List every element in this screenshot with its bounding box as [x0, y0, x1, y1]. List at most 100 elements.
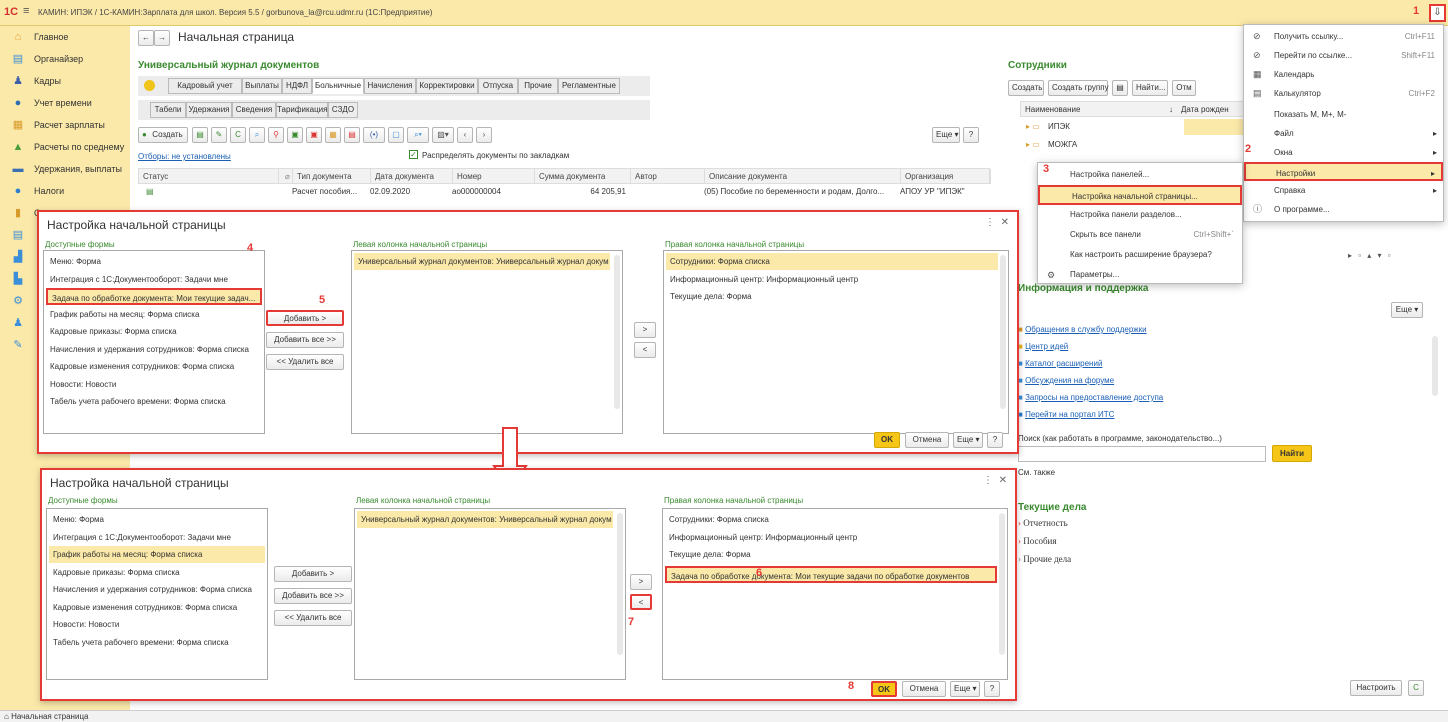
- attach-icon[interactable]: ▢: [388, 127, 404, 143]
- move-right-button[interactable]: >: [634, 322, 656, 338]
- info-link-item[interactable]: ■ Центр идей: [1018, 341, 1068, 355]
- employees-list-icon[interactable]: ▤: [1112, 80, 1128, 96]
- main-menu-button[interactable]: ⇩: [1429, 4, 1446, 22]
- add-all-button[interactable]: Добавить все >>: [266, 332, 344, 348]
- copy-icon[interactable]: ▤: [192, 127, 208, 143]
- left-column-list[interactable]: Универсальный журнал документов: Универс…: [354, 508, 626, 680]
- dialog-more-button[interactable]: Еще ▾: [953, 432, 983, 448]
- journal-tab[interactable]: Больничные: [312, 78, 364, 94]
- column-header[interactable]: Сумма документа: [535, 169, 631, 184]
- column-header[interactable]: Тип документа: [293, 169, 371, 184]
- info-more-button[interactable]: Еще ▾: [1391, 302, 1423, 318]
- filter-link[interactable]: Отборы: не установлены: [138, 152, 231, 161]
- current-item[interactable]: › Пособия: [1018, 536, 1057, 546]
- dialog-menu-icon[interactable]: ⋮: [985, 217, 995, 228]
- list-item[interactable]: Сотрудники: Форма списка: [666, 253, 998, 270]
- column-header[interactable]: Дата документа: [371, 169, 453, 184]
- hamburger-icon[interactable]: ≡: [23, 5, 29, 17]
- info-link[interactable]: Запросы на предоставление доступа: [1025, 393, 1163, 402]
- list-item[interactable]: Табель учета рабочего времени: Форма спи…: [49, 634, 265, 651]
- list-item[interactable]: Информационный центр: Информационный цен…: [665, 529, 997, 546]
- list-item[interactable]: Сотрудники: Форма списка: [665, 511, 997, 528]
- journal-tab[interactable]: Корректировки: [416, 78, 478, 94]
- configure-button[interactable]: Настроить: [1350, 680, 1402, 696]
- journal-tab[interactable]: НДФЛ: [282, 78, 312, 94]
- journal-tab[interactable]: Регламентные: [558, 78, 620, 94]
- dialog-more-button[interactable]: Еще ▾: [950, 681, 980, 697]
- column-header[interactable]: Описание документа: [705, 169, 901, 184]
- journal-tab[interactable]: Выплаты: [242, 78, 282, 94]
- list-item[interactable]: Задача по обработке документа: Мои текущ…: [665, 565, 997, 583]
- menu-item[interactable]: Файл ▸: [1244, 124, 1443, 143]
- remove-all-button[interactable]: << Удалить все: [266, 354, 344, 370]
- left-list-scrollbar[interactable]: [617, 513, 623, 655]
- journal-subtab[interactable]: Сведения: [232, 102, 276, 118]
- list-item[interactable]: Кадровые изменения сотрудников: Форма сп…: [46, 358, 262, 375]
- list-item[interactable]: Интеграция с 1С:Документооборот: Задачи …: [46, 271, 262, 288]
- info-link[interactable]: Центр идей: [1025, 342, 1068, 351]
- list-item[interactable]: Кадровые приказы: Форма списка: [49, 564, 265, 581]
- right-column-list[interactable]: Сотрудники: Форма списка Информационный ц…: [662, 508, 1008, 680]
- add-all-button[interactable]: Добавить все >>: [274, 588, 352, 604]
- find-by-field-icon[interactable]: ⚲: [268, 127, 284, 143]
- journal-subtab[interactable]: Удержания: [186, 102, 232, 118]
- cancel-button[interactable]: Отмена: [902, 681, 946, 697]
- find-icon[interactable]: ⌕: [249, 127, 265, 143]
- list-item[interactable]: Начисления и удержания сотрудников: Форм…: [46, 341, 262, 358]
- right-list-scrollbar[interactable]: [1000, 255, 1006, 409]
- table-row[interactable]: ▤ Расчет пособия... 02.09.2020 ао0000000…: [138, 184, 990, 200]
- list-item[interactable]: Меню: Форма: [49, 511, 265, 528]
- post-icon[interactable]: ▣: [287, 127, 303, 143]
- remove-all-button[interactable]: << Удалить все: [274, 610, 352, 626]
- open-window-tab[interactable]: ⌂ Начальная страница: [4, 712, 88, 721]
- info-link[interactable]: Каталог расширений: [1025, 359, 1102, 368]
- list-item[interactable]: Задача по обработке документа: Мои текущ…: [46, 288, 262, 305]
- distribute-checkbox[interactable]: ✓: [409, 150, 418, 159]
- list-item[interactable]: Табель учета рабочего времени: Форма спи…: [46, 393, 262, 410]
- sidebar-item-5[interactable]: ▲ Расчеты по среднему: [0, 136, 130, 158]
- list-item[interactable]: Текущие дела: Форма: [665, 546, 997, 563]
- sidebar-item-0[interactable]: ⌂ Главное: [0, 26, 130, 48]
- refresh-icon[interactable]: C: [1408, 680, 1424, 696]
- menu-item[interactable]: Настройки ▸: [1244, 162, 1443, 181]
- menu-item[interactable]: Справка ▸: [1244, 181, 1443, 200]
- menu-item[interactable]: ▦ Календарь: [1244, 65, 1443, 84]
- ok-button[interactable]: OK: [871, 681, 897, 697]
- submenu-item[interactable]: Настройка панели разделов...: [1038, 205, 1242, 225]
- left-column-list[interactable]: Универсальный журнал документов: Универс…: [351, 250, 623, 434]
- info-link-item[interactable]: ■ Каталог расширений: [1018, 358, 1102, 372]
- journal-tab[interactable]: Прочие: [518, 78, 558, 94]
- menu-item[interactable]: Окна ▸: [1244, 143, 1443, 162]
- menu-item[interactable]: ⓘ О программе...: [1244, 200, 1443, 219]
- list-item[interactable]: Текущие дела: Форма: [666, 288, 998, 305]
- list-item[interactable]: Начисления и удержания сотрудников: Форм…: [49, 581, 265, 598]
- menu-item[interactable]: ⊘ Получить ссылку... Ctrl+F11: [1244, 27, 1443, 46]
- forward-button[interactable]: →: [154, 30, 170, 46]
- available-forms-list[interactable]: Меню: Форма Интеграция с 1С:Документообор…: [43, 250, 265, 434]
- right-list-scrollbar[interactable]: [999, 513, 1005, 655]
- left-list-scrollbar[interactable]: [614, 255, 620, 409]
- info-link-item[interactable]: ■ Обсуждения на форуме: [1018, 375, 1114, 389]
- list-item[interactable]: Информационный центр: Информационный цен…: [666, 271, 998, 288]
- column-header[interactable]: Номер: [453, 169, 535, 184]
- add-button[interactable]: Добавить >: [274, 566, 352, 582]
- menu-item[interactable]: Показать М, М+, М-: [1244, 105, 1443, 124]
- info-link-item[interactable]: ■ Перейти на портал ИТС: [1018, 409, 1114, 423]
- sidebar-item-1[interactable]: ▤ Органайзер: [0, 48, 130, 70]
- close-icon[interactable]: ✕: [1001, 217, 1009, 228]
- list-item[interactable]: ▸ ▭ МОЖГА: [1020, 137, 1184, 153]
- sidebar-item-2[interactable]: ♟ Кадры: [0, 70, 130, 92]
- dialog-help-button[interactable]: ?: [987, 432, 1003, 448]
- info-link[interactable]: Обсуждения на форуме: [1025, 376, 1114, 385]
- dialog-help-button[interactable]: ?: [984, 681, 1000, 697]
- dialog-menu-icon[interactable]: ⋮: [983, 475, 993, 486]
- column-header[interactable]: Статус: [139, 169, 279, 184]
- journal-subtab[interactable]: Тарификация: [276, 102, 328, 118]
- report-icon[interactable]: ▦: [325, 127, 341, 143]
- move-left-button[interactable]: <: [634, 342, 656, 358]
- move-left-button[interactable]: <: [630, 594, 652, 610]
- sidebar-item-7[interactable]: ● Налоги: [0, 180, 130, 202]
- journal-tab[interactable]: Кадровый учет: [168, 78, 242, 94]
- unpost-icon[interactable]: ▣: [306, 127, 322, 143]
- right-column-list[interactable]: Сотрудники: Форма списка Информационный ц…: [663, 250, 1009, 434]
